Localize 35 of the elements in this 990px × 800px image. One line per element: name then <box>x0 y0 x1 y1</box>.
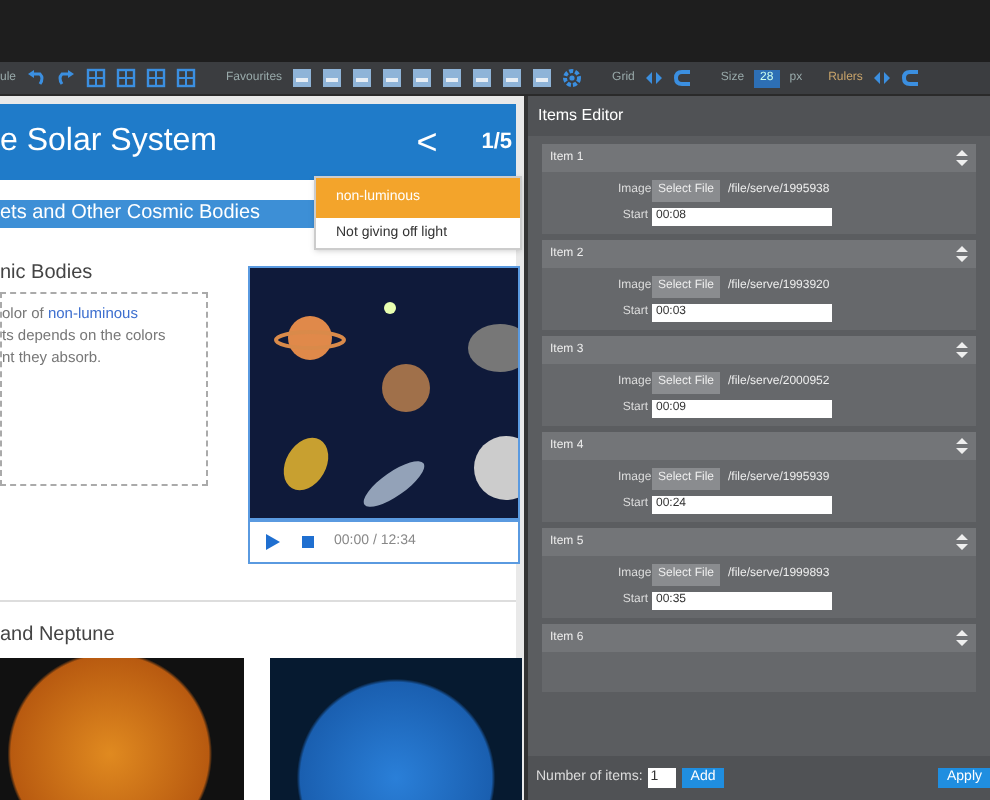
redo-icon[interactable] <box>56 68 77 88</box>
stop-icon[interactable] <box>298 532 318 552</box>
widget-icon[interactable] <box>532 68 553 88</box>
section-heading: and Neptune <box>0 622 115 650</box>
move-icon[interactable] <box>952 532 972 552</box>
layout-icon[interactable] <box>86 68 107 88</box>
widget-icon[interactable] <box>322 68 343 88</box>
widget-icon[interactable] <box>472 68 493 88</box>
panel-title: Items Editor <box>528 96 990 136</box>
slide-title: e Solar System <box>0 122 219 162</box>
arrows-icon[interactable] <box>872 68 893 88</box>
widget-icon[interactable] <box>292 68 313 88</box>
move-icon[interactable] <box>952 628 972 648</box>
widget-icon[interactable] <box>382 68 403 88</box>
layout-icon[interactable] <box>146 68 167 88</box>
arrows-icon[interactable] <box>644 68 665 88</box>
move-icon[interactable] <box>952 436 972 456</box>
move-icon[interactable] <box>952 148 972 168</box>
widget-icon[interactable] <box>502 68 523 88</box>
magnet-icon[interactable] <box>674 68 695 88</box>
back-button[interactable]: < <box>416 115 438 169</box>
settings-icon[interactable] <box>562 68 583 88</box>
widget-icon[interactable] <box>442 68 463 88</box>
section-heading: nic Bodies <box>0 260 93 288</box>
move-icon[interactable] <box>952 340 972 360</box>
page-indicator: 1/5 <box>481 127 512 158</box>
undo-icon[interactable] <box>26 68 47 88</box>
layout-icon[interactable] <box>176 68 197 88</box>
widget-icon[interactable] <box>412 68 433 88</box>
magnet-icon[interactable] <box>902 68 923 88</box>
subtitle-bar: ets and Other Cosmic Bodies <box>0 200 320 228</box>
move-icon[interactable] <box>952 244 972 264</box>
layout-icon[interactable] <box>116 68 137 88</box>
play-icon[interactable] <box>262 532 282 552</box>
widget-icon[interactable] <box>352 68 373 88</box>
